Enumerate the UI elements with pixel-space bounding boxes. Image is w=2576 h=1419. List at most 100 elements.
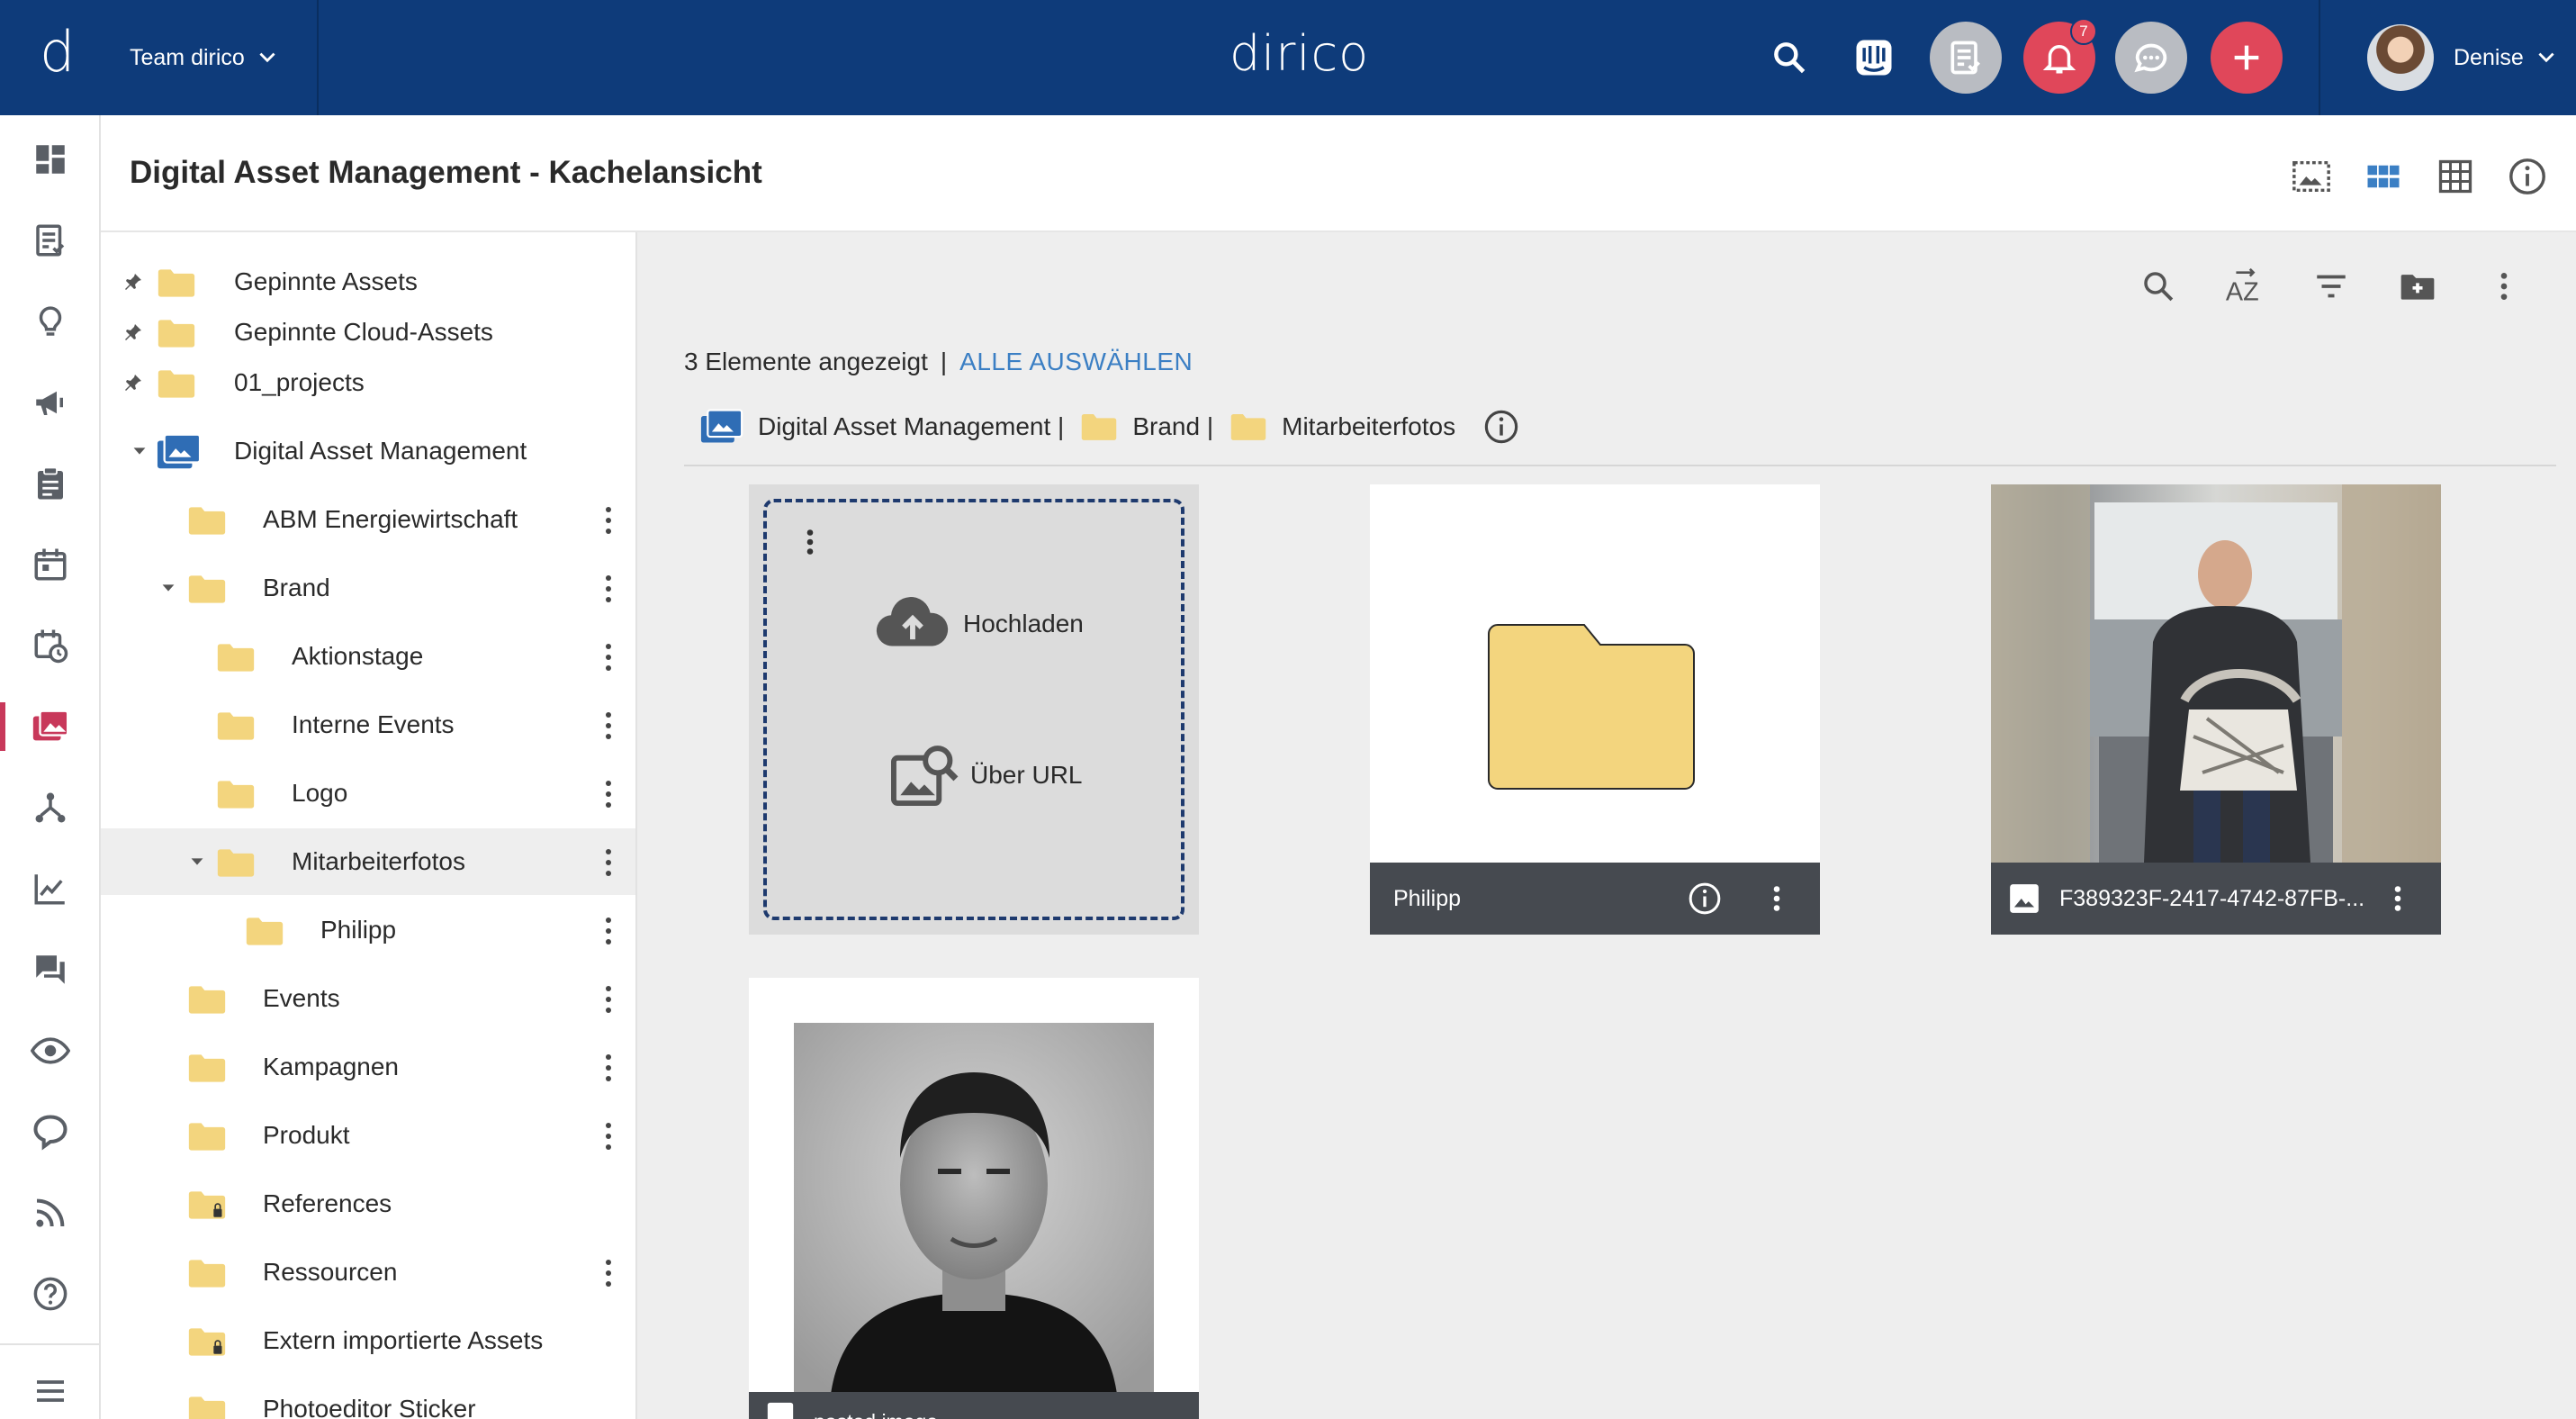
nav-comments[interactable] xyxy=(0,929,101,1010)
folder-icon xyxy=(1488,624,1695,790)
tree-item-label: Aktionstage xyxy=(292,642,424,670)
tree-item-label: Logo xyxy=(292,779,348,807)
team-switcher[interactable]: d Team dirico xyxy=(0,0,319,115)
folder-tile[interactable]: Philipp xyxy=(1370,484,1820,935)
chat-button[interactable] xyxy=(2115,22,2187,94)
tree-item-label: Philipp xyxy=(320,916,397,944)
tile-name: pasted image xyxy=(814,1410,938,1419)
user-menu[interactable]: Denise xyxy=(2319,0,2576,115)
image-tile[interactable]: F389323F-2417-4742-87FB-... xyxy=(1991,484,2441,935)
nav-menu-toggle[interactable] xyxy=(0,1351,101,1419)
tree-item-options-button[interactable] xyxy=(592,1050,625,1086)
nav-ideas[interactable] xyxy=(0,281,101,362)
kebab-menu-icon xyxy=(606,986,611,1013)
gallery-view-button[interactable] xyxy=(2288,153,2335,200)
global-search-button[interactable] xyxy=(1753,22,1825,94)
upload-options-button[interactable] xyxy=(799,524,821,560)
info-button[interactable] xyxy=(2504,153,2551,200)
bell-icon xyxy=(2042,45,2076,74)
tree-item-options-button[interactable] xyxy=(592,708,625,744)
upload-label: Hochladen xyxy=(963,610,1084,637)
asset-content-area: AZ 3 Elemente angezeigt | ALLE AUSWÄHLEN D… xyxy=(637,232,2576,1419)
caret-down-icon[interactable] xyxy=(130,441,149,461)
tile-info-button[interactable] xyxy=(1687,881,1723,917)
search-assets-button[interactable] xyxy=(2133,261,2184,312)
tree-folder-item[interactable]: Philipp xyxy=(101,897,635,963)
nav-tasks[interactable] xyxy=(0,200,101,281)
tree-folder-item[interactable]: Events xyxy=(101,965,635,1032)
tree-item-options-button[interactable] xyxy=(592,776,625,812)
nav-social[interactable] xyxy=(0,1091,101,1172)
nav-briefings[interactable] xyxy=(0,443,101,524)
nav-help[interactable] xyxy=(0,1253,101,1334)
tree-item-options-button[interactable] xyxy=(592,1255,625,1291)
select-all-link[interactable]: ALLE AUSWÄHLEN xyxy=(959,348,1193,375)
nav-dashboard[interactable] xyxy=(0,119,101,200)
table-view-button[interactable] xyxy=(2432,153,2479,200)
tree-item-options-button[interactable] xyxy=(592,1118,625,1154)
nav-analytics[interactable] xyxy=(0,848,101,929)
tree-folder-item[interactable]: ABM Energiewirtschaft xyxy=(101,486,635,553)
intercom-button[interactable] xyxy=(1838,22,1910,94)
notifications-button[interactable]: 7 xyxy=(2023,18,2097,94)
asset-thumbnail xyxy=(1991,484,2441,863)
tree-folder-item[interactable]: Extern importierte Assets xyxy=(101,1307,635,1374)
tasks-button[interactable] xyxy=(1930,22,2002,94)
tile-options-button[interactable] xyxy=(2380,881,2416,917)
tree-folder-item[interactable]: Interne Events xyxy=(101,691,635,758)
tree-folder-item[interactable]: Aktionstage xyxy=(101,623,635,690)
nav-workflows[interactable] xyxy=(0,767,101,848)
nav-campaigns[interactable] xyxy=(0,362,101,443)
breadcrumb-item[interactable]: Digital Asset Management | xyxy=(700,408,1064,446)
nav-schedule[interactable] xyxy=(0,605,101,686)
tree-folder-item[interactable]: Mitarbeiterfotos xyxy=(101,828,635,895)
upload-button[interactable]: Hochladen xyxy=(873,596,1084,652)
tree-folder-item[interactable]: References xyxy=(101,1170,635,1237)
folder-icon xyxy=(158,269,195,297)
breadcrumb-item[interactable]: Mitarbeiterfotos xyxy=(1229,411,1455,442)
tree-folder-item[interactable]: Kampagnen xyxy=(101,1034,635,1100)
folder-info-button[interactable] xyxy=(1482,408,1520,446)
tree-item-options-button[interactable] xyxy=(592,502,625,538)
tile-options-button[interactable] xyxy=(1759,881,1795,917)
upload-tile[interactable]: Hochladen Über URL xyxy=(749,484,1199,935)
tree-item-options-button[interactable] xyxy=(592,981,625,1017)
create-button[interactable] xyxy=(2211,22,2283,94)
more-options-button[interactable] xyxy=(2479,261,2529,312)
tree-folder-item[interactable]: Ressourcen xyxy=(101,1239,635,1306)
new-folder-button[interactable] xyxy=(2392,261,2443,312)
tree-folder-item[interactable]: Brand xyxy=(101,555,635,621)
pinned-folder-item[interactable]: 01_projects xyxy=(101,349,635,416)
tile-view-button[interactable] xyxy=(2360,153,2407,200)
folder-icon xyxy=(188,1260,226,1288)
tree-item-options-button[interactable] xyxy=(592,639,625,675)
tree-item-options-button[interactable] xyxy=(592,571,625,607)
tree-folder-item[interactable]: Logo xyxy=(101,760,635,827)
menu-icon xyxy=(37,1380,64,1402)
breadcrumb-item[interactable]: Brand | xyxy=(1080,411,1213,442)
caret-down-icon[interactable] xyxy=(187,852,207,872)
folder-icon xyxy=(1082,414,1117,440)
nav-asset-management[interactable] xyxy=(0,686,101,767)
kebab-menu-icon xyxy=(1773,886,1780,911)
help-icon xyxy=(33,1277,68,1311)
images-icon xyxy=(32,710,69,741)
tree-item-options-button[interactable] xyxy=(592,913,625,949)
upload-from-url-button[interactable]: Über URL xyxy=(889,742,1082,809)
tree-root-item[interactable]: Digital Asset Management xyxy=(101,418,635,484)
tree-folder-item[interactable]: Photoeditor Sticker xyxy=(101,1376,635,1419)
image-tile[interactable]: pasted image xyxy=(749,978,1199,1419)
sort-button[interactable]: AZ xyxy=(2220,261,2270,312)
drop-zone[interactable] xyxy=(763,499,1184,920)
folder-icon xyxy=(158,320,195,348)
filter-button[interactable] xyxy=(2306,261,2356,312)
nav-feeds[interactable] xyxy=(0,1172,101,1253)
locked-folder-icon xyxy=(188,1328,226,1356)
tree-item-options-button[interactable] xyxy=(592,845,625,881)
nav-calendar[interactable] xyxy=(0,524,101,605)
caret-down-icon[interactable] xyxy=(158,578,178,598)
tree-folder-item[interactable]: Produkt xyxy=(101,1102,635,1169)
nav-monitoring[interactable] xyxy=(0,1010,101,1091)
svg-text:A: A xyxy=(2226,277,2244,306)
folder-icon xyxy=(1230,414,1266,440)
